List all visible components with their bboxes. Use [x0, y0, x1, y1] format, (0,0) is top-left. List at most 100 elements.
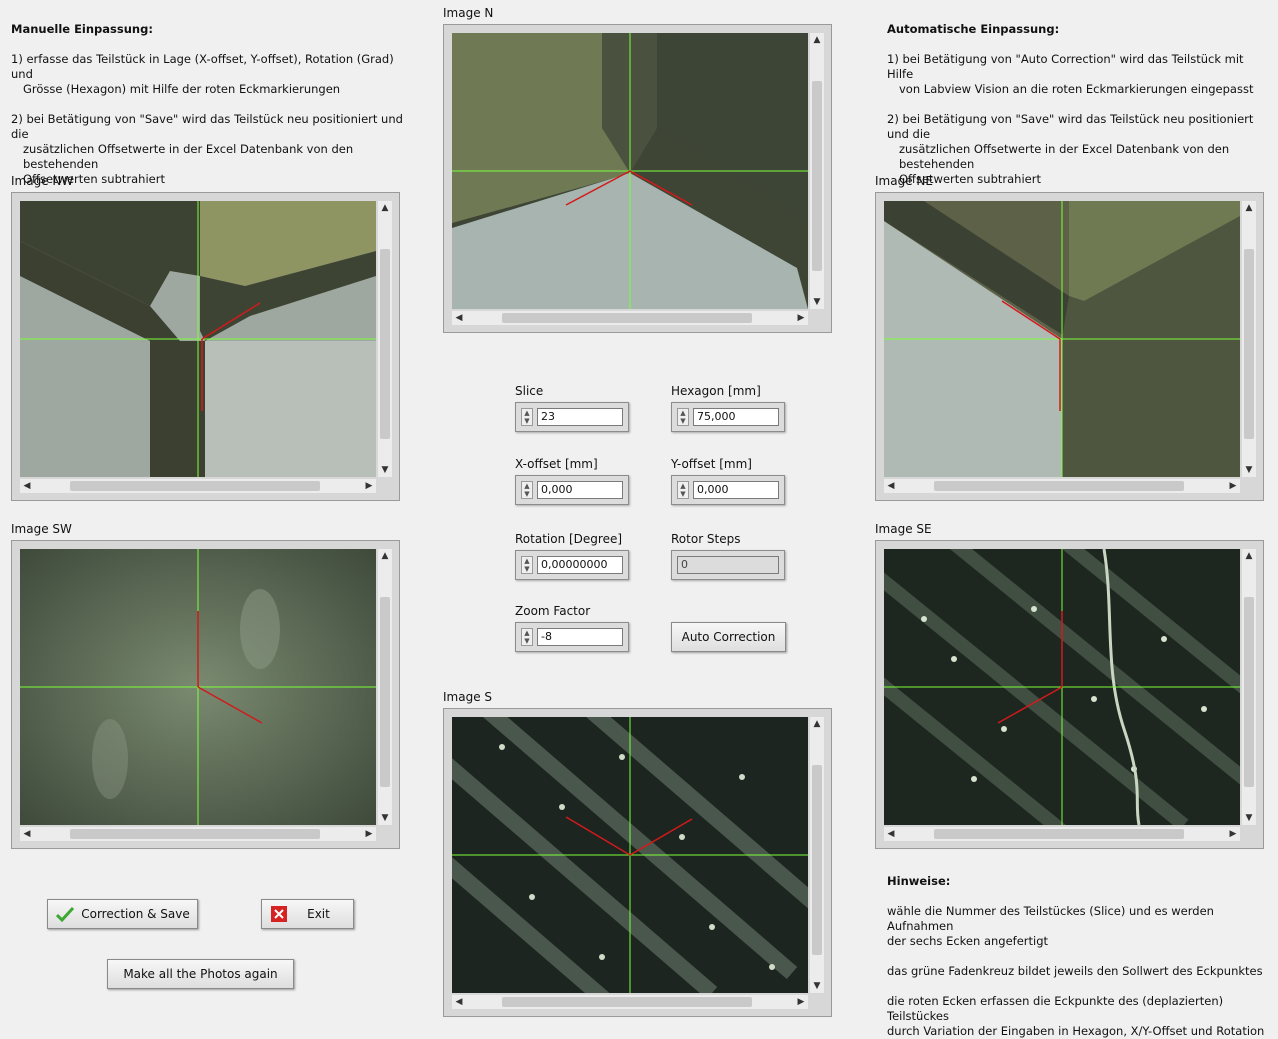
hexagon-input[interactable]: 75,000 — [693, 408, 779, 426]
image-sw-photo — [20, 549, 376, 825]
image-se-display[interactable]: ▲ ▼ ◀ ▶ — [875, 540, 1264, 849]
vertical-scrollbar[interactable]: ▲ ▼ — [378, 549, 392, 825]
y-offset-spinner[interactable]: ▲ ▼ — [677, 481, 689, 499]
hexagon-spinner[interactable]: ▲ ▼ — [677, 408, 689, 426]
scroll-left-icon[interactable]: ◀ — [20, 479, 34, 493]
image-n-display[interactable]: ▲ ▼ ◀ ▶ — [443, 24, 832, 333]
scroll-right-icon[interactable]: ▶ — [362, 827, 376, 841]
image-n-view[interactable] — [452, 33, 808, 309]
image-nw-photo — [20, 201, 376, 477]
hexagon-label: Hexagon [mm] — [671, 384, 761, 398]
horizontal-scrollbar[interactable]: ◀ ▶ — [452, 995, 808, 1009]
image-s-photo — [452, 717, 808, 993]
slice-label: Slice — [515, 384, 544, 398]
rotation-spinner[interactable]: ▲ ▼ — [521, 556, 533, 574]
image-nw-display[interactable]: ▲ ▼ ◀ ▶ — [11, 192, 400, 501]
y-offset-input[interactable]: 0,000 — [693, 481, 779, 499]
y-offset-control[interactable]: ▲ ▼ 0,000 — [671, 475, 785, 505]
scroll-down-icon[interactable]: ▼ — [1242, 463, 1256, 477]
rotor-steps-indicator: 0 — [671, 550, 785, 580]
image-s-view[interactable] — [452, 717, 808, 993]
zoom-control[interactable]: ▲ ▼ -8 — [515, 622, 629, 652]
image-n-photo — [452, 33, 808, 309]
auto-instructions: Automatische Einpassung: 1) bei Betätigu… — [887, 22, 1272, 187]
horizontal-scrollbar[interactable]: ◀ ▶ — [884, 479, 1240, 493]
x-offset-control[interactable]: ▲ ▼ 0,000 — [515, 475, 629, 505]
scroll-left-icon[interactable]: ◀ — [452, 311, 466, 325]
scroll-up-icon[interactable]: ▲ — [378, 549, 392, 563]
manual-item-1: 1) erfasse das Teilstück in Lage (X-offs… — [11, 52, 394, 96]
rotation-input[interactable]: 0,00000000 — [537, 556, 623, 574]
close-icon — [271, 906, 287, 922]
x-offset-input[interactable]: 0,000 — [537, 481, 623, 499]
horizontal-scrollbar[interactable]: ◀ ▶ — [20, 479, 376, 493]
horizontal-scrollbar[interactable]: ◀ ▶ — [20, 827, 376, 841]
scroll-left-icon[interactable]: ◀ — [20, 827, 34, 841]
vertical-scrollbar[interactable]: ▲ ▼ — [810, 33, 824, 309]
checkmark-icon — [56, 906, 74, 922]
image-ne-view[interactable] — [884, 201, 1240, 477]
image-se-view[interactable] — [884, 549, 1240, 825]
x-offset-label: X-offset [mm] — [515, 457, 598, 471]
slice-input[interactable]: 23 — [537, 408, 623, 426]
auto-item-2: 2) bei Betätigung von "Save" wird das Te… — [887, 112, 1254, 186]
scroll-right-icon[interactable]: ▶ — [794, 995, 808, 1009]
rotor-steps-value: 0 — [677, 556, 779, 574]
scroll-right-icon[interactable]: ▶ — [1226, 479, 1240, 493]
image-ne-display[interactable]: ▲ ▼ ◀ ▶ — [875, 192, 1264, 501]
zoom-spinner[interactable]: ▲ ▼ — [521, 628, 533, 646]
scroll-left-icon[interactable]: ◀ — [452, 995, 466, 1009]
auto-item-1: 1) bei Betätigung von "Auto Correction" … — [887, 52, 1254, 96]
image-nw-view[interactable] — [20, 201, 376, 477]
image-ne-photo — [884, 201, 1240, 477]
scroll-down-icon[interactable]: ▼ — [378, 463, 392, 477]
zoom-input[interactable]: -8 — [537, 628, 623, 646]
scroll-right-icon[interactable]: ▶ — [794, 311, 808, 325]
vertical-scrollbar[interactable]: ▲ ▼ — [1242, 201, 1256, 477]
hints-title: Hinweise: — [887, 874, 951, 888]
vertical-scrollbar[interactable]: ▲ ▼ — [1242, 549, 1256, 825]
image-s-display[interactable]: ▲ ▼ ◀ ▶ — [443, 708, 832, 1017]
scroll-up-icon[interactable]: ▲ — [378, 201, 392, 215]
scroll-up-icon[interactable]: ▲ — [1242, 201, 1256, 215]
auto-title: Automatische Einpassung: — [887, 22, 1060, 36]
rotation-control[interactable]: ▲ ▼ 0,00000000 — [515, 550, 629, 580]
hint-2: das grüne Fadenkreuz bildet jeweils den … — [887, 964, 1263, 978]
slice-spinner[interactable]: ▲ ▼ — [521, 408, 533, 426]
scroll-down-icon[interactable]: ▼ — [378, 811, 392, 825]
scroll-up-icon[interactable]: ▲ — [810, 717, 824, 731]
image-sw-view[interactable] — [20, 549, 376, 825]
zoom-label: Zoom Factor — [515, 604, 591, 618]
hint-3: die roten Ecken erfassen die Eckpunkte d… — [887, 994, 1265, 1038]
manual-instructions: Manuelle Einpassung: 1) erfasse das Teil… — [11, 22, 411, 187]
horizontal-scrollbar[interactable]: ◀ ▶ — [452, 311, 808, 325]
scroll-right-icon[interactable]: ▶ — [1226, 827, 1240, 841]
scroll-left-icon[interactable]: ◀ — [884, 827, 898, 841]
image-nw-label: Image NW — [11, 174, 74, 188]
auto-correction-button[interactable]: Auto Correction — [671, 622, 786, 652]
y-offset-label: Y-offset [mm] — [671, 457, 752, 471]
scroll-down-icon[interactable]: ▼ — [810, 295, 824, 309]
rotor-steps-label: Rotor Steps — [671, 532, 741, 546]
horizontal-scrollbar[interactable]: ◀ ▶ — [884, 827, 1240, 841]
exit-button[interactable]: Exit — [261, 899, 354, 929]
image-ne-label: Image NE — [875, 174, 933, 188]
vertical-scrollbar[interactable]: ▲ ▼ — [810, 717, 824, 993]
x-offset-spinner[interactable]: ▲ ▼ — [521, 481, 533, 499]
vertical-scrollbar[interactable]: ▲ ▼ — [378, 201, 392, 477]
rotation-label: Rotation [Degree] — [515, 532, 623, 546]
scroll-up-icon[interactable]: ▲ — [810, 33, 824, 47]
image-sw-label: Image SW — [11, 522, 72, 536]
correction-save-button[interactable]: Correction & Save — [47, 899, 198, 929]
image-sw-display[interactable]: ▲ ▼ ◀ ▶ — [11, 540, 400, 849]
scroll-left-icon[interactable]: ◀ — [884, 479, 898, 493]
image-s-label: Image S — [443, 690, 493, 704]
slice-control[interactable]: ▲ ▼ 23 — [515, 402, 629, 432]
hexagon-control[interactable]: ▲ ▼ 75,000 — [671, 402, 785, 432]
scroll-right-icon[interactable]: ▶ — [362, 479, 376, 493]
scroll-up-icon[interactable]: ▲ — [1242, 549, 1256, 563]
scroll-down-icon[interactable]: ▼ — [810, 979, 824, 993]
image-n-label: Image N — [443, 6, 494, 20]
make-photos-button[interactable]: Make all the Photos again — [107, 959, 294, 989]
scroll-down-icon[interactable]: ▼ — [1242, 811, 1256, 825]
